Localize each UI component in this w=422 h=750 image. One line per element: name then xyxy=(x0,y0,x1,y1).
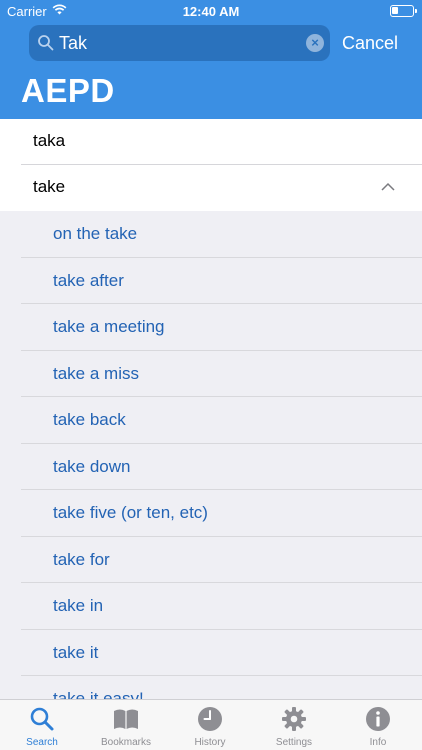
results-list[interactable]: taka take on the take take after take a … xyxy=(0,119,422,699)
sub-entry[interactable]: on the take xyxy=(0,211,422,258)
tab-settings[interactable]: Settings xyxy=(252,700,336,750)
sub-entry-label: take a miss xyxy=(53,363,139,383)
sub-entry[interactable]: take five (or ten, etc) xyxy=(0,490,422,537)
sub-entry-label: take it easy! xyxy=(53,689,144,699)
sub-entry[interactable]: take in xyxy=(0,583,422,630)
sub-entry[interactable]: take for xyxy=(0,536,422,583)
sub-entry[interactable]: take it xyxy=(0,629,422,676)
sub-entry-label: on the take xyxy=(53,224,138,243)
entry-label: taka xyxy=(33,131,66,150)
search-icon xyxy=(30,707,54,731)
search-input[interactable] xyxy=(59,29,299,57)
search-bar[interactable]: × xyxy=(29,25,330,61)
tab-bookmarks[interactable]: Bookmarks xyxy=(84,700,168,750)
tab-bar: Search Bookmarks History Settings Info xyxy=(0,699,422,750)
sub-entry[interactable]: take it easy! xyxy=(0,676,422,699)
entry-label: take xyxy=(33,177,66,196)
clock-time: 12:40 AM xyxy=(182,4,240,19)
sub-entry-label: take five (or ten, etc) xyxy=(53,503,208,522)
tab-info[interactable]: Info xyxy=(336,700,420,750)
sub-entry[interactable]: take down xyxy=(0,443,422,490)
battery-icon xyxy=(390,5,417,17)
sub-entry-label: take down xyxy=(53,456,131,476)
tab-search[interactable]: Search xyxy=(0,700,84,750)
clear-search-icon[interactable]: × xyxy=(306,34,324,52)
sub-entry[interactable]: take a meeting xyxy=(0,304,422,351)
sub-entry[interactable]: take a miss xyxy=(0,350,422,397)
book-icon xyxy=(114,709,138,729)
cancel-button[interactable]: Cancel xyxy=(342,33,398,54)
info-icon xyxy=(366,707,390,731)
sub-entry-label: take for xyxy=(53,549,110,569)
list-item[interactable]: take xyxy=(0,165,422,211)
tab-history[interactable]: History xyxy=(168,700,252,750)
list-item[interactable]: taka xyxy=(0,119,422,165)
tab-label: Search xyxy=(26,737,58,748)
sub-entry[interactable]: take after xyxy=(0,257,422,304)
sub-entry[interactable]: take back xyxy=(0,397,422,444)
chevron-up-icon[interactable] xyxy=(380,179,396,195)
tab-label: Info xyxy=(369,737,387,748)
gear-icon xyxy=(282,707,306,731)
sub-entry-label: take back xyxy=(53,410,126,429)
tab-label: Bookmarks xyxy=(100,737,151,748)
header: Carrier 12:40 AM × Cancel AEPD xyxy=(0,0,422,119)
status-bar: Carrier 12:40 AM xyxy=(0,0,422,22)
clock-icon xyxy=(198,707,222,731)
sub-entry-label: take in xyxy=(53,596,104,615)
sub-entry-label: take it xyxy=(53,642,99,662)
page-title: AEPD xyxy=(21,72,115,109)
sub-entry-label: take a meeting xyxy=(53,317,165,336)
tab-label: History xyxy=(194,737,226,748)
tab-label: Settings xyxy=(275,737,313,748)
search-icon xyxy=(38,35,54,51)
sub-entry-label: take after xyxy=(53,270,124,290)
